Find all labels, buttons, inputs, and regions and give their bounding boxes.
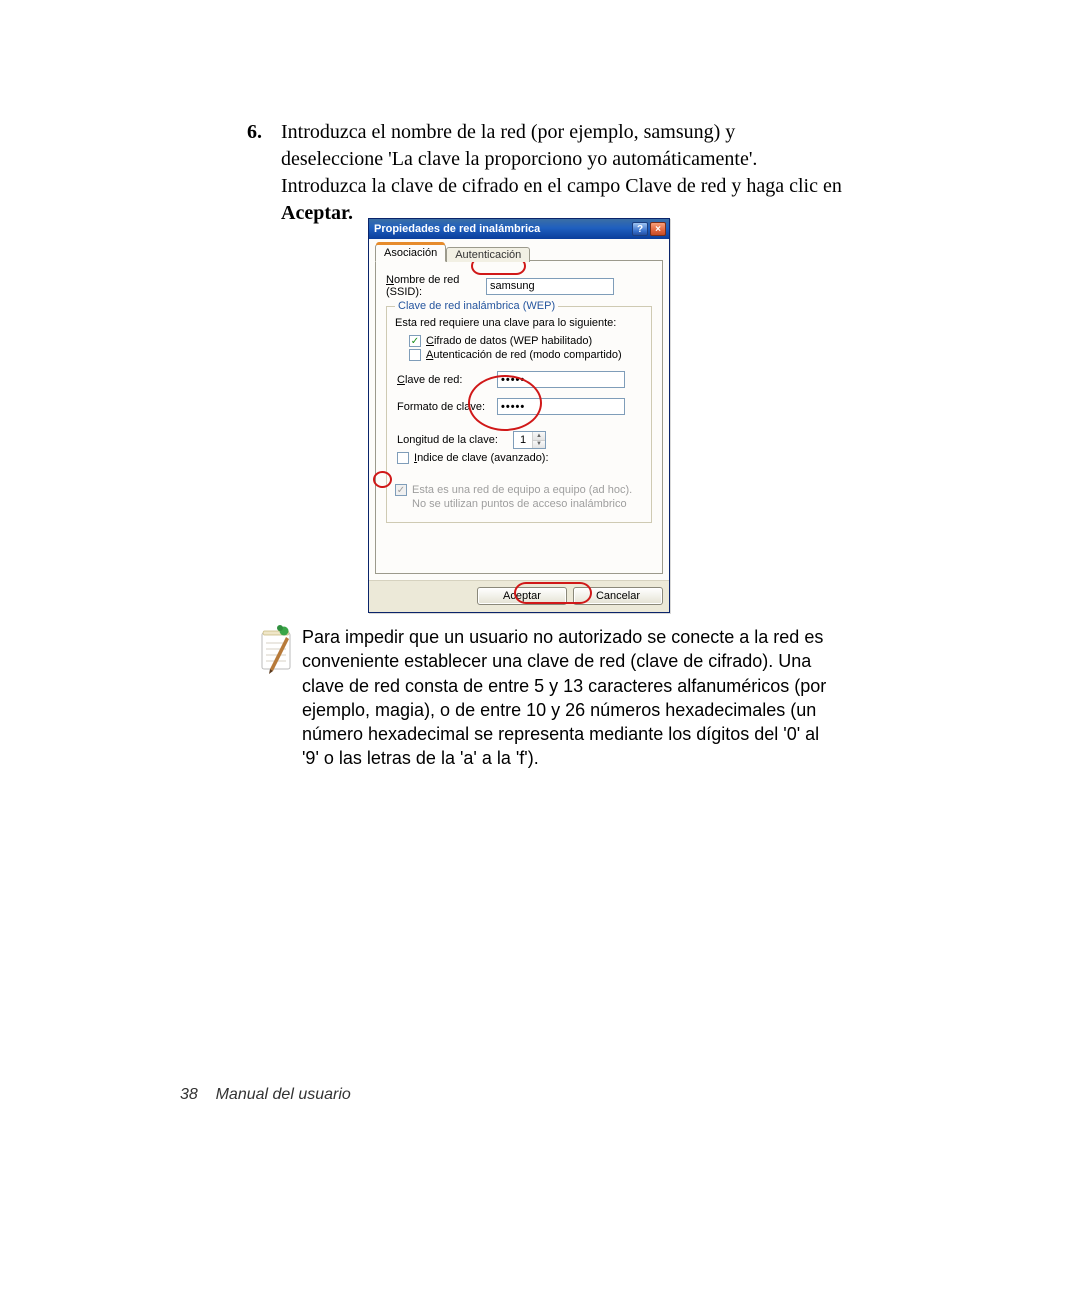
ssid-label: Nombre de red (SSID): — [386, 274, 486, 298]
page-footer: 38 Manual del usuario — [180, 1086, 351, 1104]
key-index-checkbox[interactable] — [397, 452, 409, 464]
ssid-input[interactable]: samsung — [486, 278, 614, 295]
format-row: Formato de clave: ••••• — [397, 398, 643, 415]
length-label: Longitud de la clave: — [397, 434, 513, 446]
tab-association[interactable]: Asociación — [375, 244, 446, 262]
key-input[interactable]: ••••• — [497, 371, 625, 388]
close-icon: × — [655, 224, 661, 235]
dialog-client: Asociación Autenticación Nombre de red (… — [369, 239, 669, 580]
dialog-title: Propiedades de red inalámbrica — [372, 223, 630, 235]
length-row: Longitud de la clave: 1 ▲▼ — [397, 431, 643, 449]
tab-panel-association: Nombre de red (SSID): samsung Clave de r… — [375, 260, 663, 574]
wep-intro: Esta red requiere una clave para lo sigu… — [395, 317, 643, 329]
ok-button[interactable]: Aceptar — [477, 587, 567, 605]
cancel-label: Cancelar — [596, 590, 640, 602]
wireless-properties-dialog: Propiedades de red inalámbrica ? × Asoci… — [368, 218, 670, 613]
page-number: 38 — [180, 1086, 198, 1103]
format-value: ••••• — [501, 401, 525, 413]
step-number: 6. — [247, 119, 281, 227]
length-spinner[interactable]: 1 ▲▼ — [513, 431, 546, 449]
key-row: Clave de red: ••••• — [397, 371, 643, 388]
step-text-bold: Aceptar. — [281, 202, 353, 224]
key-value: ••••• — [501, 374, 525, 386]
note-block: Para impedir que un usuario no autorizad… — [250, 625, 840, 771]
tab-association-label: Asociación — [384, 247, 437, 259]
data-cipher-checkbox[interactable]: ✓ — [409, 335, 421, 347]
cancel-button[interactable]: Cancelar — [573, 587, 663, 605]
format-input[interactable]: ••••• — [497, 398, 625, 415]
help-icon: ? — [637, 224, 643, 235]
dialog-button-bar: Aceptar Cancelar — [369, 580, 669, 612]
step-text: Introduzca el nombre de la red (por ejem… — [281, 119, 842, 227]
spinner-arrows[interactable]: ▲▼ — [532, 432, 545, 448]
note-icon — [250, 625, 302, 675]
length-value: 1 — [514, 432, 532, 448]
spin-up-icon[interactable]: ▲ — [533, 432, 545, 441]
key-group: Clave de red: ••••• Formato de clave: ••… — [397, 371, 643, 415]
page: 6. Introduzca el nombre de la red (por e… — [0, 0, 1080, 1309]
adhoc-checkbox: ✓ — [395, 484, 407, 496]
footer-label: Manual del usuario — [216, 1086, 351, 1103]
adhoc-row: ✓ Esta es una red de equipo a equipo (ad… — [395, 484, 643, 512]
adhoc-rest: sta es una red de equipo a equipo (ad ho… — [412, 484, 632, 510]
net-auth-checkbox[interactable] — [409, 349, 421, 361]
help-button[interactable]: ? — [632, 222, 648, 236]
format-label: Formato de clave: — [397, 401, 497, 413]
check-net-auth[interactable]: Autenticación de red (modo compartido) — [409, 349, 643, 361]
step-6: 6. Introduzca el nombre de la red (por e… — [247, 119, 842, 227]
check-key-index[interactable]: Indice de clave (avanzado): — [397, 452, 643, 464]
tab-bar: Asociación Autenticación — [375, 243, 663, 261]
close-button[interactable]: × — [650, 222, 666, 236]
key-label: Clave de red: — [397, 374, 497, 386]
step-text-body: Introduzca el nombre de la red (por ejem… — [281, 121, 842, 197]
wep-fieldset: Clave de red inalámbrica (WEP) Esta red … — [386, 306, 652, 523]
note-text: Para impedir que un usuario no autorizad… — [302, 625, 840, 771]
wep-legend: Clave de red inalámbrica (WEP) — [395, 300, 558, 312]
dialog-titlebar[interactable]: Propiedades de red inalámbrica ? × — [369, 219, 669, 239]
ssid-value: samsung — [490, 280, 535, 292]
ok-label: Aceptar — [503, 590, 541, 602]
check-data-cipher[interactable]: ✓ Cifrado de datos (WEP habilitado) — [409, 335, 643, 347]
tab-authentication-label: Autenticación — [455, 249, 521, 261]
tab-authentication[interactable]: Autenticación — [446, 247, 530, 262]
spin-down-icon[interactable]: ▼ — [533, 441, 545, 449]
ssid-row: Nombre de red (SSID): samsung — [386, 274, 652, 298]
length-group: Longitud de la clave: 1 ▲▼ Indice de cla… — [397, 431, 643, 464]
